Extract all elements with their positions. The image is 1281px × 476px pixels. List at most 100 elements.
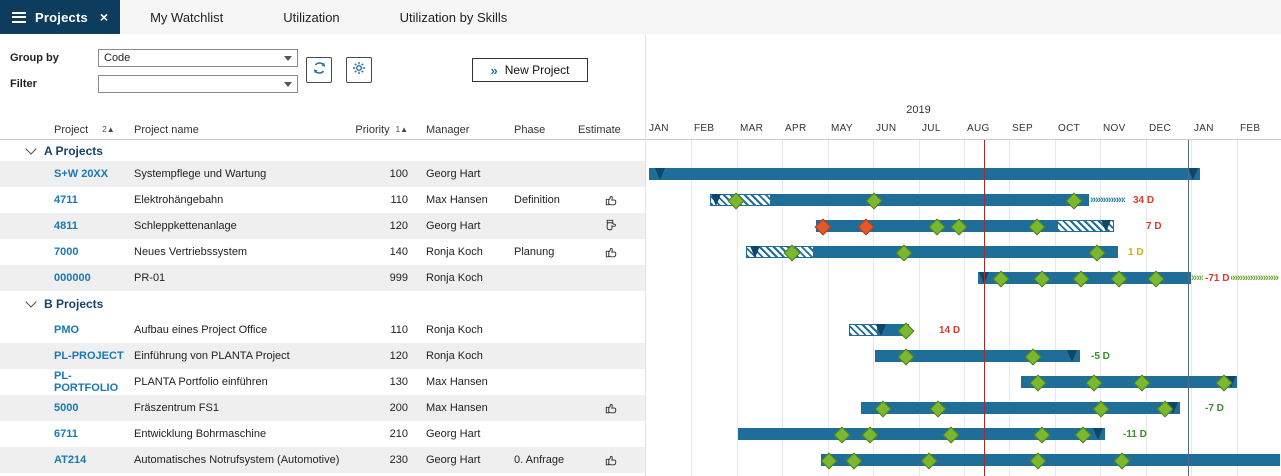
tab-close-icon[interactable]: ×: [100, 9, 108, 25]
month-label: JUN: [876, 123, 896, 134]
tab-my-watchlist[interactable]: My Watchlist: [120, 0, 253, 34]
project-priority: 999: [354, 272, 410, 284]
project-name: Elektrohängebahn: [134, 194, 354, 206]
month-label: DEC: [1149, 123, 1171, 134]
project-priority: 120: [354, 220, 410, 232]
gantt-row: -7 D: [646, 395, 1281, 421]
gantt-row: -5 D: [646, 343, 1281, 369]
group-header[interactable]: B Projects: [0, 291, 645, 317]
table-row[interactable]: 6711Entwicklung Bohrmaschine210Georg Har…: [0, 421, 645, 447]
table-row[interactable]: 000000PR-01999Ronja Koch: [0, 265, 645, 291]
month-label: FEB: [1240, 123, 1260, 134]
delay-label: -7 D: [1205, 402, 1224, 415]
project-priority: 110: [354, 194, 410, 206]
group-by-select[interactable]: Code: [98, 49, 298, 67]
project-manager: Georg Hart: [426, 428, 514, 440]
sort-indicator-project: 2▲: [102, 125, 114, 134]
delay-label: -5 D: [1091, 350, 1110, 363]
project-code-link[interactable]: 4811: [54, 220, 134, 232]
project-code-link[interactable]: PMO: [54, 324, 134, 336]
estimate-cell: [578, 401, 645, 415]
tab-utilization-by-skills[interactable]: Utilization by Skills: [370, 0, 538, 34]
month-label: MAR: [740, 123, 763, 134]
project-code-link[interactable]: 5000: [54, 402, 134, 414]
table-header: Project 2▲ Project name Priority 1▲ Mana…: [0, 120, 645, 140]
delay-label: 7 D: [1146, 220, 1162, 233]
chevron-down-icon[interactable]: [25, 143, 36, 154]
gantt-bar-hatched[interactable]: [849, 324, 878, 336]
filter-label: Filter: [10, 78, 37, 90]
project-phase: Planung: [514, 246, 578, 258]
project-name: Systempflege und Wartung: [134, 168, 354, 180]
chevron-down-icon[interactable]: [25, 296, 36, 307]
project-code-link[interactable]: S+W 20XX: [54, 168, 134, 180]
filter-select[interactable]: [98, 75, 298, 93]
schedule-marker-icon: [1101, 220, 1111, 232]
project-name: Einführung von PLANTA Project: [134, 350, 354, 362]
group-header[interactable]: A Projects: [0, 140, 645, 161]
thumbs-up-icon: [605, 401, 619, 415]
refresh-icon: [311, 60, 328, 81]
project-priority: 140: [354, 246, 410, 258]
gantt-bar[interactable]: [821, 454, 1280, 466]
project-manager: Ronja Koch: [426, 272, 514, 284]
table-row[interactable]: S+W 20XXSystempflege und Wartung100Georg…: [0, 161, 645, 187]
table-row[interactable]: AT214Automatisches Notrufsystem (Automot…: [0, 447, 645, 473]
new-project-label: New Project: [505, 63, 570, 77]
tab-projects-label: Projects: [35, 10, 88, 25]
month-label: JUL: [922, 123, 941, 134]
project-manager: Ronja Koch: [426, 324, 514, 336]
gantt-row: [646, 161, 1281, 187]
schedule-marker-icon: [1067, 350, 1077, 362]
table-row[interactable]: 4811Schleppkettenanlage120Georg Hart: [0, 213, 645, 239]
col-manager[interactable]: Manager: [426, 124, 514, 136]
month-label: JAN: [1194, 123, 1214, 134]
project-code-link[interactable]: PL-PROJECT: [54, 350, 134, 362]
project-name: Fräszentrum FS1: [134, 402, 354, 414]
table-body: A ProjectsS+W 20XXSystempflege und Wartu…: [0, 140, 645, 473]
col-project[interactable]: Project 2▲: [54, 124, 134, 136]
table-row[interactable]: 4711Elektrohängebahn110Max HansenDefinit…: [0, 187, 645, 213]
schedule-marker-icon: [711, 194, 721, 206]
project-code-link[interactable]: 6711: [54, 428, 134, 440]
menu-icon[interactable]: [12, 9, 26, 25]
estimate-cell: [578, 245, 645, 259]
project-code-link[interactable]: 7000: [54, 246, 134, 258]
gantt-bar[interactable]: [861, 402, 1180, 414]
gantt-row: -11 D: [646, 421, 1281, 447]
project-code-link[interactable]: PL-PORTFOLIO: [54, 370, 134, 394]
project-manager: Max Hansen: [426, 402, 514, 414]
project-name: Automatisches Notrufsystem (Automotive): [134, 454, 354, 466]
month-label: MAY: [831, 123, 853, 134]
project-code-link[interactable]: AT214: [54, 454, 134, 466]
gantt-bar[interactable]: [649, 168, 1200, 180]
new-project-button[interactable]: » New Project: [472, 58, 588, 82]
project-manager: Georg Hart: [426, 168, 514, 180]
schedule-marker-icon: [655, 168, 665, 180]
table-row[interactable]: PL-PORTFOLIOPLANTA Portfolio einführen13…: [0, 369, 645, 395]
schedule-marker-icon: [1188, 168, 1198, 180]
table-row[interactable]: PMOAufbau eines Project Office110Ronja K…: [0, 317, 645, 343]
group-label: B Projects: [44, 297, 103, 311]
refresh-button[interactable]: [306, 57, 332, 83]
settings-button[interactable]: [346, 57, 372, 83]
sort-indicator-priority: 1▲: [396, 125, 408, 134]
col-phase[interactable]: Phase: [514, 124, 578, 136]
table-row[interactable]: PL-PROJECTEinführung von PLANTA Project1…: [0, 343, 645, 369]
project-priority: 120: [354, 350, 410, 362]
gantt-bar[interactable]: [1021, 376, 1237, 388]
table-row[interactable]: 5000Fräszentrum FS1200Max Hansen: [0, 395, 645, 421]
project-name: PLANTA Portfolio einführen: [134, 376, 354, 388]
col-project-name[interactable]: Project name: [134, 124, 354, 136]
gantt-body: »»»»»»»34 D7 D1 D»»»»»»»»»»»»»»»»»-71 D1…: [646, 140, 1281, 476]
project-code-link[interactable]: 000000: [54, 272, 134, 284]
table-row[interactable]: 7000Neues Vertriebssystem140Ronja KochPl…: [0, 239, 645, 265]
project-code-link[interactable]: 4711: [54, 194, 134, 206]
estimate-cell: [578, 193, 645, 207]
col-priority[interactable]: Priority 1▲: [354, 124, 410, 136]
month-label: OCT: [1058, 123, 1080, 134]
col-estimate[interactable]: Estimate: [578, 124, 645, 136]
timeline-header: 2019 JANFEBMARAPRMAYJUNJULAUGSEPOCTNOVDE…: [646, 34, 1281, 140]
tab-utilization[interactable]: Utilization: [253, 0, 369, 34]
tab-projects[interactable]: Projects ×: [0, 0, 120, 34]
